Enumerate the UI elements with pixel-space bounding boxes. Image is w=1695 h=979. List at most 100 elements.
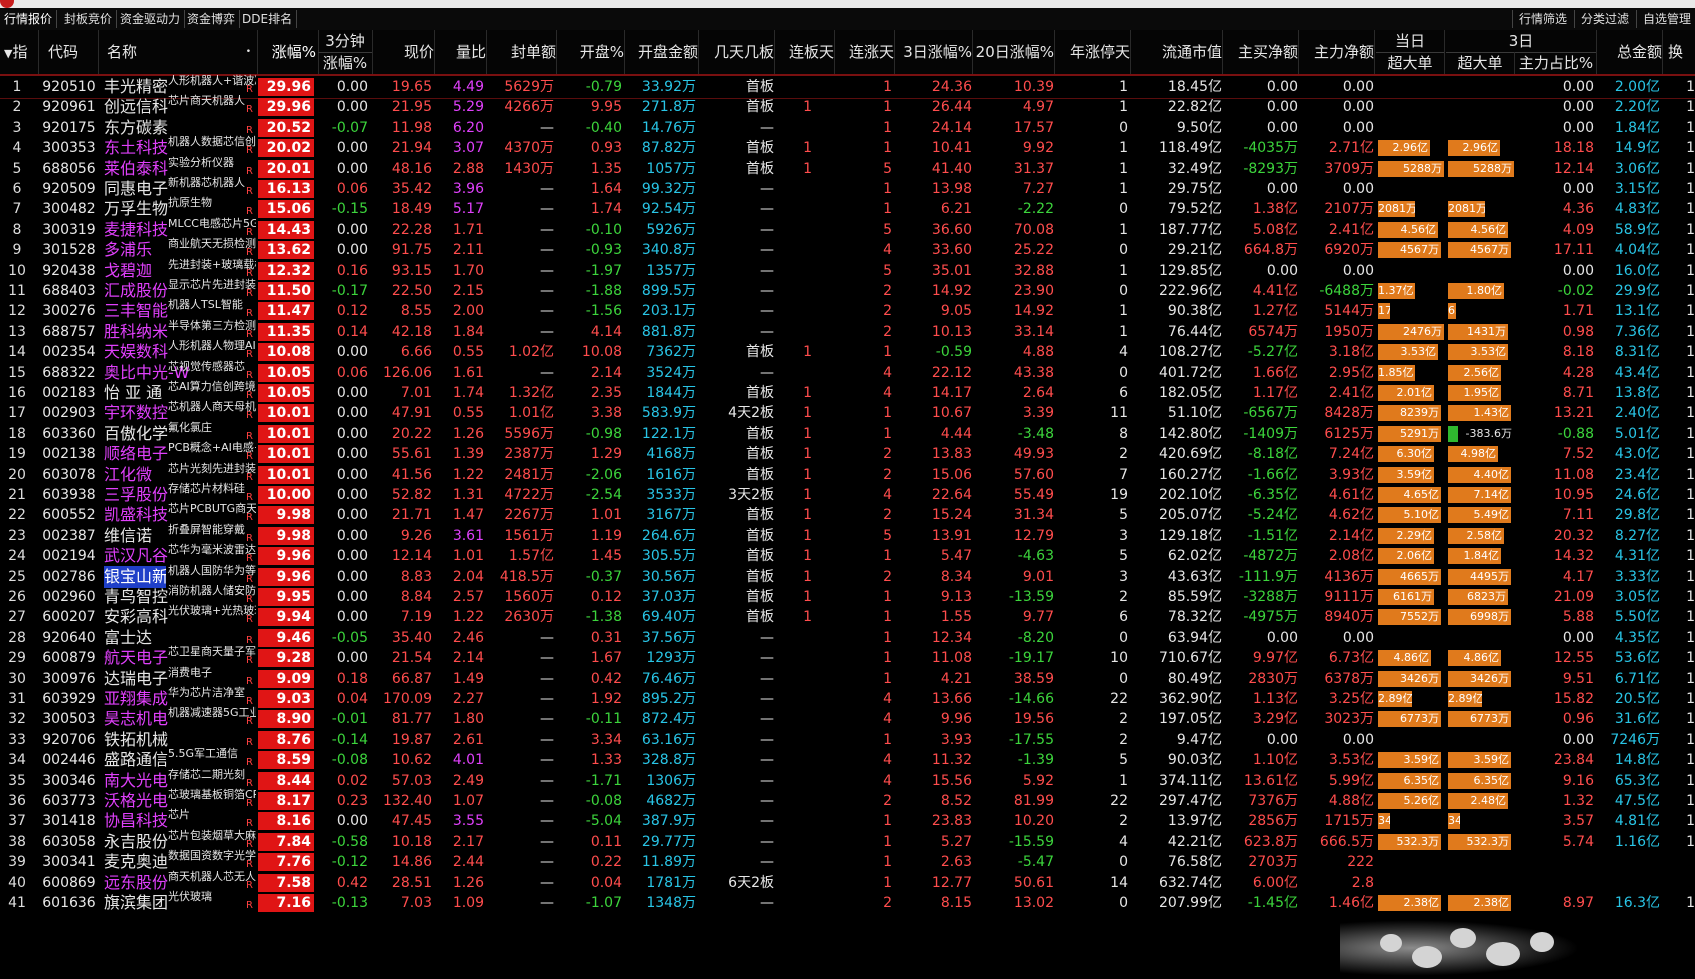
header-main-buy[interactable]: 主买净额: [1224, 30, 1299, 74]
tab-category-filter[interactable]: 分类过滤: [1574, 10, 1635, 28]
open-amount: 3167万: [646, 507, 696, 524]
header-vol-ratio[interactable]: 量比: [436, 30, 487, 74]
header-main-ratio[interactable]: 主力占比%: [1516, 52, 1597, 74]
main-buy: 0.00: [1266, 99, 1298, 116]
header-3min-top[interactable]: 3分钟: [318, 30, 373, 53]
header-main-net[interactable]: 主力净额: [1300, 30, 1375, 74]
header-today-superlarge[interactable]: 超大单: [1376, 52, 1445, 74]
header-3d-superlarge[interactable]: 超大单: [1446, 52, 1515, 74]
stock-code: 920175: [42, 119, 96, 136]
change-pct: 9.94: [258, 608, 314, 627]
tab-quote[interactable]: 行情报价: [0, 10, 58, 28]
price: 55.61: [391, 446, 432, 463]
header-open-amount[interactable]: 开盘金额: [626, 30, 699, 74]
turnover: 1: [1686, 731, 1695, 748]
main-ratio: 1.71: [1562, 303, 1594, 320]
main-ratio: 9.16: [1562, 772, 1594, 789]
float-cap: 197.05亿: [1159, 711, 1222, 728]
days-boards: —: [760, 201, 774, 218]
volume-ratio: 1.49: [452, 670, 484, 687]
main-buy: 6574万: [1248, 323, 1298, 340]
main-net: 0.00: [1342, 119, 1374, 136]
concept-tag: 芯华为毫米波雷达: [168, 543, 256, 557]
total-amount: 3.05亿: [1614, 589, 1660, 605]
main-net: 2.41亿: [1328, 385, 1374, 401]
header-20d-pct[interactable]: 20日涨幅%: [974, 30, 1055, 74]
total-amount: 4.35亿: [1614, 629, 1660, 646]
change-3min: 0.00: [336, 548, 368, 565]
change-pct: 20.52: [258, 118, 314, 137]
main-buy: 13.61亿: [1243, 772, 1298, 789]
table-row[interactable]: 41 601636 7.16 R -0.13 7.03 1.09— -1.07 1348万 —2 8…: [0, 890, 1695, 914]
row-index: 40: [8, 874, 26, 891]
header-pct[interactable]: 涨幅%: [258, 30, 319, 74]
tab-watchlist-manage[interactable]: 自选管理: [1636, 10, 1695, 28]
header-limit-days[interactable]: 连板天: [776, 30, 835, 74]
limit-days: [776, 178, 812, 200]
today-superlarge-bar: 8239万: [1378, 405, 1441, 422]
header-today-top[interactable]: 当日: [1376, 30, 1445, 53]
header-price[interactable]: 现价: [372, 30, 435, 74]
price: 21.95: [391, 99, 432, 116]
tab-dde-rank[interactable]: DDE排名: [238, 10, 298, 28]
table-row[interactable]: 2 920961 29.96 R 0.00 21.95 5.29 4266万 9.95 271.8…: [0, 94, 1695, 118]
open-amount: 63.16万: [641, 731, 696, 748]
header-float-cap[interactable]: 流通市值: [1132, 30, 1223, 74]
tab-seal-bid[interactable]: 封板竞价: [60, 10, 118, 28]
open-amount: 99.32万: [641, 181, 696, 197]
header-seal-amount[interactable]: 封单额: [488, 30, 557, 74]
header-open-pct[interactable]: 开盘%: [558, 30, 625, 74]
open-amount: 1781万: [646, 874, 696, 891]
open-pct: 1.67: [590, 650, 622, 667]
main-buy: -1.45亿: [1247, 895, 1298, 911]
limit-days: [776, 76, 812, 98]
turnover: 1: [1686, 589, 1695, 605]
tab-bar: 行情报价 封板竞价 资金驱动力 资金博弈 DDE排名 行情筛选 分类过滤 自选管…: [0, 8, 1695, 31]
pct-20d: 9.77: [1022, 609, 1054, 626]
main-buy: -1.66亿: [1247, 466, 1298, 483]
header-name[interactable]: 名称 •: [99, 30, 258, 74]
header-total-amount[interactable]: 总金额: [1598, 30, 1663, 74]
3d-superlarge-bar: 4495万: [1448, 568, 1511, 585]
float-cap: 42.21亿: [1167, 833, 1222, 850]
header-turnover[interactable]: 换: [1664, 30, 1695, 74]
total-amount: 65.3亿: [1614, 772, 1660, 789]
table-row[interactable]: 27 600207 9.94 R 0.00 7.19 1.22 2630万 -1.38 69.40…: [0, 604, 1695, 628]
open-amount: 33.92万: [641, 79, 696, 95]
rise-days: 1: [883, 650, 892, 667]
header-3d-top[interactable]: 3日: [1446, 30, 1597, 53]
pct-20d: 70.08: [1013, 221, 1054, 238]
float-cap: 374.11亿: [1159, 772, 1222, 789]
tab-quote-filter[interactable]: 行情筛选: [1512, 10, 1573, 28]
main-net: 2.95亿: [1328, 364, 1374, 381]
header-3d-pct[interactable]: 3日涨幅%: [896, 30, 973, 74]
float-cap: 129.85亿: [1159, 262, 1222, 279]
open-amount: 37.03万: [641, 589, 696, 605]
rise-days: 2: [883, 895, 892, 911]
header-index[interactable]: ▼指: [0, 30, 39, 74]
tab-capital-drive[interactable]: 资金驱动力: [116, 10, 186, 28]
header-days-boards[interactable]: 几天几板: [700, 30, 775, 74]
volume-ratio: 1.84: [452, 323, 484, 340]
pct-20d: 14.92: [1013, 303, 1054, 320]
tab-capital-game[interactable]: 资金博弈: [183, 10, 241, 28]
rise-days: 5: [883, 160, 892, 177]
rise-days: 1: [883, 119, 892, 136]
days-boards: —: [760, 323, 774, 340]
volume-ratio: 4.01: [452, 752, 484, 769]
header-rise-days[interactable]: 连涨天: [836, 30, 895, 74]
volume-ratio: 2.44: [452, 854, 484, 871]
header-year-limit[interactable]: 年涨停天: [1056, 30, 1131, 74]
float-cap: 76.58亿: [1167, 854, 1222, 871]
days-boards: —: [760, 752, 774, 769]
stock-name[interactable]: 银宝山新: [104, 565, 166, 588]
header-code[interactable]: 代码: [38, 30, 99, 74]
header-3min-bot[interactable]: 涨幅%: [318, 52, 373, 74]
price: 6.66: [400, 344, 432, 361]
volume-ratio: 2.61: [452, 731, 484, 748]
pct-3d: 24.36: [931, 79, 972, 95]
table-row[interactable]: 32 300503 8.90 R -0.01 81.77 1.80— -0.11 872.4万 —…: [0, 706, 1695, 730]
today-superlarge-bar: 4.65亿: [1378, 487, 1441, 503]
limit-days: 1: [803, 446, 812, 463]
concept-tag: 商业航天无损检测设: [168, 237, 256, 251]
